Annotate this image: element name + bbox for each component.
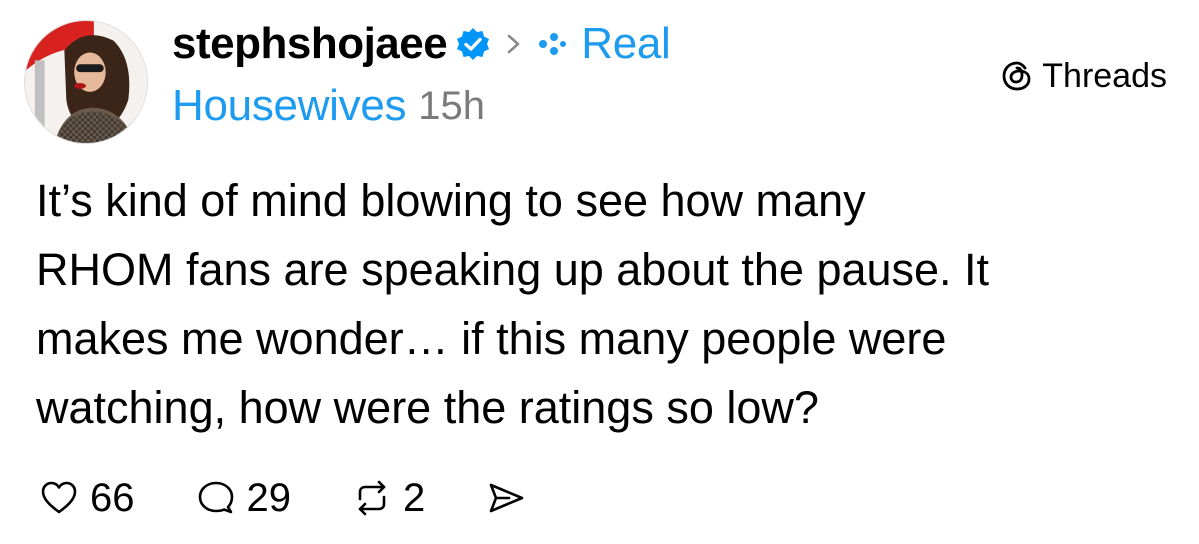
avatar[interactable] <box>24 20 148 144</box>
community-link[interactable]: Real <box>581 19 671 69</box>
avatar-image <box>25 21 147 143</box>
reply-button[interactable]: 29 <box>195 475 292 521</box>
threads-logo-icon <box>1000 59 1034 93</box>
heart-icon <box>38 477 80 519</box>
username-link[interactable]: stephshojaee <box>172 19 448 69</box>
repost-button[interactable]: 2 <box>351 476 425 521</box>
post-body: It’s kind of mind blowing to see how man… <box>36 166 1176 442</box>
threads-label: Threads <box>1042 56 1167 95</box>
repost-count: 2 <box>403 475 426 520</box>
post-header: stephshojaee Real <box>172 14 671 74</box>
post-text-line: makes me wonder… if this many people wer… <box>36 313 947 364</box>
community-dots-icon <box>537 32 567 56</box>
share-button[interactable] <box>485 477 527 519</box>
reply-count: 29 <box>246 475 292 520</box>
post-text-line: watching, how were the ratings so low? <box>36 382 819 433</box>
post-text-line: RHOM fans are speaking up about the paus… <box>36 244 990 295</box>
like-button[interactable]: 66 <box>38 476 135 521</box>
verified-badge-icon <box>455 26 491 62</box>
community-link-continued[interactable]: Housewives <box>172 81 407 131</box>
post-timestamp[interactable]: 15h <box>418 84 485 129</box>
like-count: 66 <box>90 475 135 520</box>
post-header-line2: Housewives 15h <box>172 78 485 134</box>
post-text-line: It’s kind of mind blowing to see how man… <box>36 175 866 226</box>
threads-brand: Threads <box>1000 54 1167 98</box>
action-bar: 66 29 2 <box>38 470 527 526</box>
send-icon <box>485 477 527 519</box>
repost-icon <box>351 477 393 519</box>
comment-bubble-icon <box>195 477 237 519</box>
chevron-right-icon <box>505 31 523 57</box>
